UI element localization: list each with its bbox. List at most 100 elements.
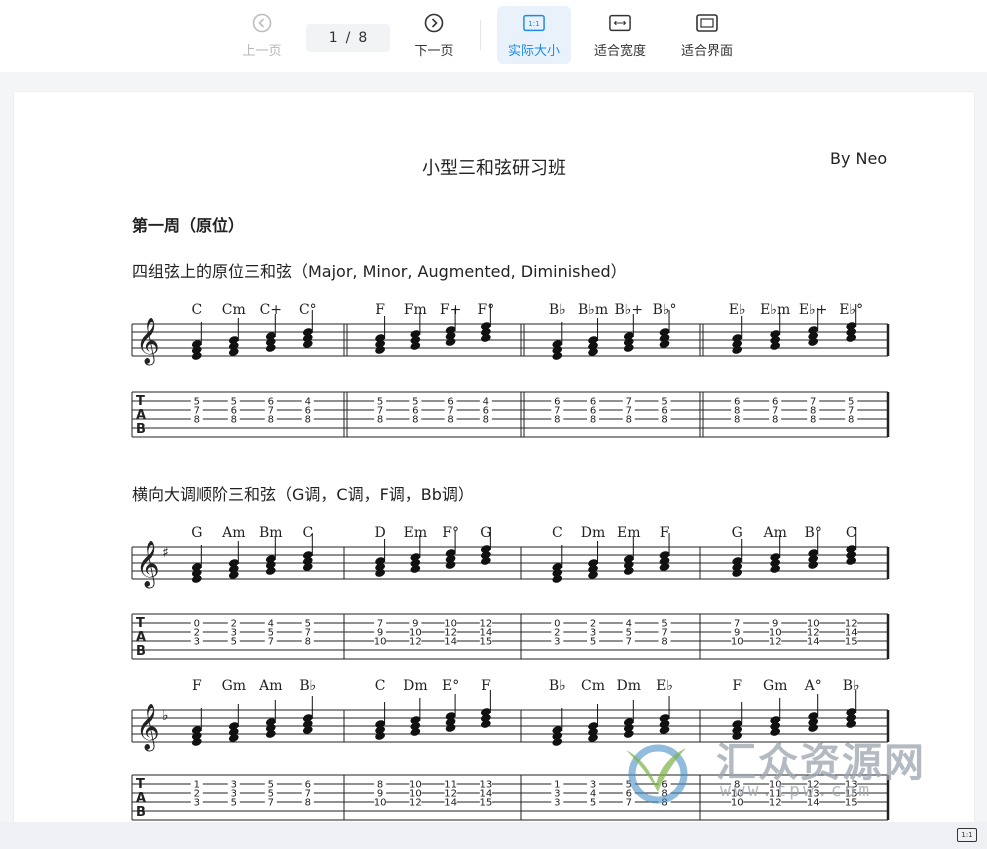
zoom-level-badge[interactable]: 1:1 [957,828,977,842]
tab-fret-number: 10 [374,637,387,648]
tab-clef-letter: A [136,408,146,423]
chord-symbol: C° [299,302,317,318]
chord-symbol: B♭ [549,302,566,318]
chord-symbol: Cm [222,302,246,318]
chord-symbol: G [191,525,202,541]
treble-clef-icon: 𝄞 [136,704,160,752]
chord-symbol: Am [763,525,787,541]
tab-fret-number: 8 [412,415,418,426]
chord-symbol: Bm [259,525,283,541]
tab-fret-number: 5 [231,798,237,809]
page-current[interactable]: 1 [329,30,338,46]
chord-symbol: B♭° [653,302,677,318]
tab-clef-letter: T [136,777,145,792]
chord-symbol: D [374,525,385,541]
treble-clef-icon: 𝄞 [136,541,160,589]
chord-symbol: A° [804,678,822,694]
key-signature: ♭ [162,708,169,724]
viewer-toolbar: 上一页 1 / 8 下一页 1:1 实际大小 适合宽度 适合界面 [0,0,987,72]
chord-symbol: Dm [403,678,428,694]
chord-symbol: E♭ [656,678,673,694]
chord-symbol: Em [617,525,641,541]
chord-symbol: B° [805,525,822,541]
treble-clef-icon: 𝄞 [136,318,160,366]
page-total: 8 [358,30,368,46]
chord-symbol: Gm [222,678,246,694]
next-page-button[interactable]: 下一页 [408,6,460,64]
tab-fret-number: 15 [479,798,492,809]
page-separator: / [345,30,351,46]
tab-fret-number: 8 [626,415,632,426]
chord-symbol: G [480,525,491,541]
tab-fret-number: 10 [731,637,744,648]
prev-page-button[interactable]: 上一页 [236,6,288,64]
chord-symbol: F [732,678,742,694]
page-indicator[interactable]: 1 / 8 [306,24,390,52]
chord-symbol: F° [477,302,494,318]
tab-fret-number: 8 [772,415,778,426]
tab-clef-letter: T [136,616,145,631]
tab-clef-letter: B [136,805,146,820]
chord-symbol: G [732,525,743,541]
status-bar: 1:1 [0,822,987,849]
chord-symbol: C [375,678,386,694]
tab-fret-number: 8 [554,415,560,426]
chord-symbol: Gm [763,678,787,694]
fit-page-button[interactable]: 适合界面 [674,6,740,64]
tab-fret-number: 3 [554,798,560,809]
chord-symbol: Am [221,525,245,541]
chord-symbol: B♭ [843,678,860,694]
tab-clef-letter: B [136,422,146,437]
chord-symbol: B♭m [578,302,608,318]
tab-fret-number: 8 [734,415,740,426]
chord-symbol: F [660,525,670,541]
watermark-logo-icon [626,744,688,804]
tab-clef-letter: B [136,644,146,659]
actual-size-button[interactable]: 1:1 实际大小 [497,6,571,64]
tab-fret-number: 7 [268,798,274,809]
tab-fret-number: 3 [554,637,560,648]
chord-symbol: F [481,678,491,694]
chevron-left-icon [251,12,273,34]
chord-symbol: F [375,302,385,318]
fit-width-icon [609,12,631,34]
tab-fret-number: 8 [305,798,311,809]
chord-symbol: C+ [260,302,282,318]
tab-clef-letter: T [136,394,145,409]
actual-size-icon: 1:1 [523,12,545,34]
chord-symbol: F+ [440,302,461,318]
tab-fret-number: 12 [409,637,422,648]
chord-symbol: C [302,525,313,541]
tab-fret-number: 14 [807,637,820,648]
chord-symbol: B♭ [299,678,316,694]
sheet-music-score: 𝄞TABC578Cm568C+678C°468F578Fm568F+678F°4… [131,302,890,821]
tab-fret-number: 10 [374,798,387,809]
tab-fret-number: 3 [194,637,200,648]
watermark-url: www.tpw.com [720,780,873,801]
tab-clef-letter: A [136,791,146,806]
tab-fret-number: 8 [268,415,274,426]
chord-symbol: B♭ [549,678,566,694]
chord-symbol: C [191,302,202,318]
fit-page-icon [696,12,718,34]
tab-fret-number: 5 [590,637,596,648]
tab-fret-number: 15 [845,637,858,648]
tab-fret-number: 12 [769,637,782,648]
chord-symbol: C [552,525,563,541]
tab-fret-number: 7 [626,637,632,648]
chord-symbol: Dm [617,678,642,694]
tab-fret-number: 8 [305,637,311,648]
chord-symbol: E♭° [839,302,863,318]
key-signature: ♯ [162,545,169,561]
chord-symbol: Dm [581,525,606,541]
actual-size-icon-text: 1:1 [528,19,540,28]
chord-symbol: F [192,678,202,694]
tab-fret-number: 8 [661,637,667,648]
tab-fret-number: 7 [268,637,274,648]
fit-width-button[interactable]: 适合宽度 [587,6,653,64]
tab-fret-number: 3 [194,798,200,809]
watermark: 汇众资源网 www.tpw.com [616,730,946,810]
chord-symbol: B♭+ [614,302,643,318]
chord-symbol: E♭+ [799,302,828,318]
chord-symbol: Em [404,525,428,541]
